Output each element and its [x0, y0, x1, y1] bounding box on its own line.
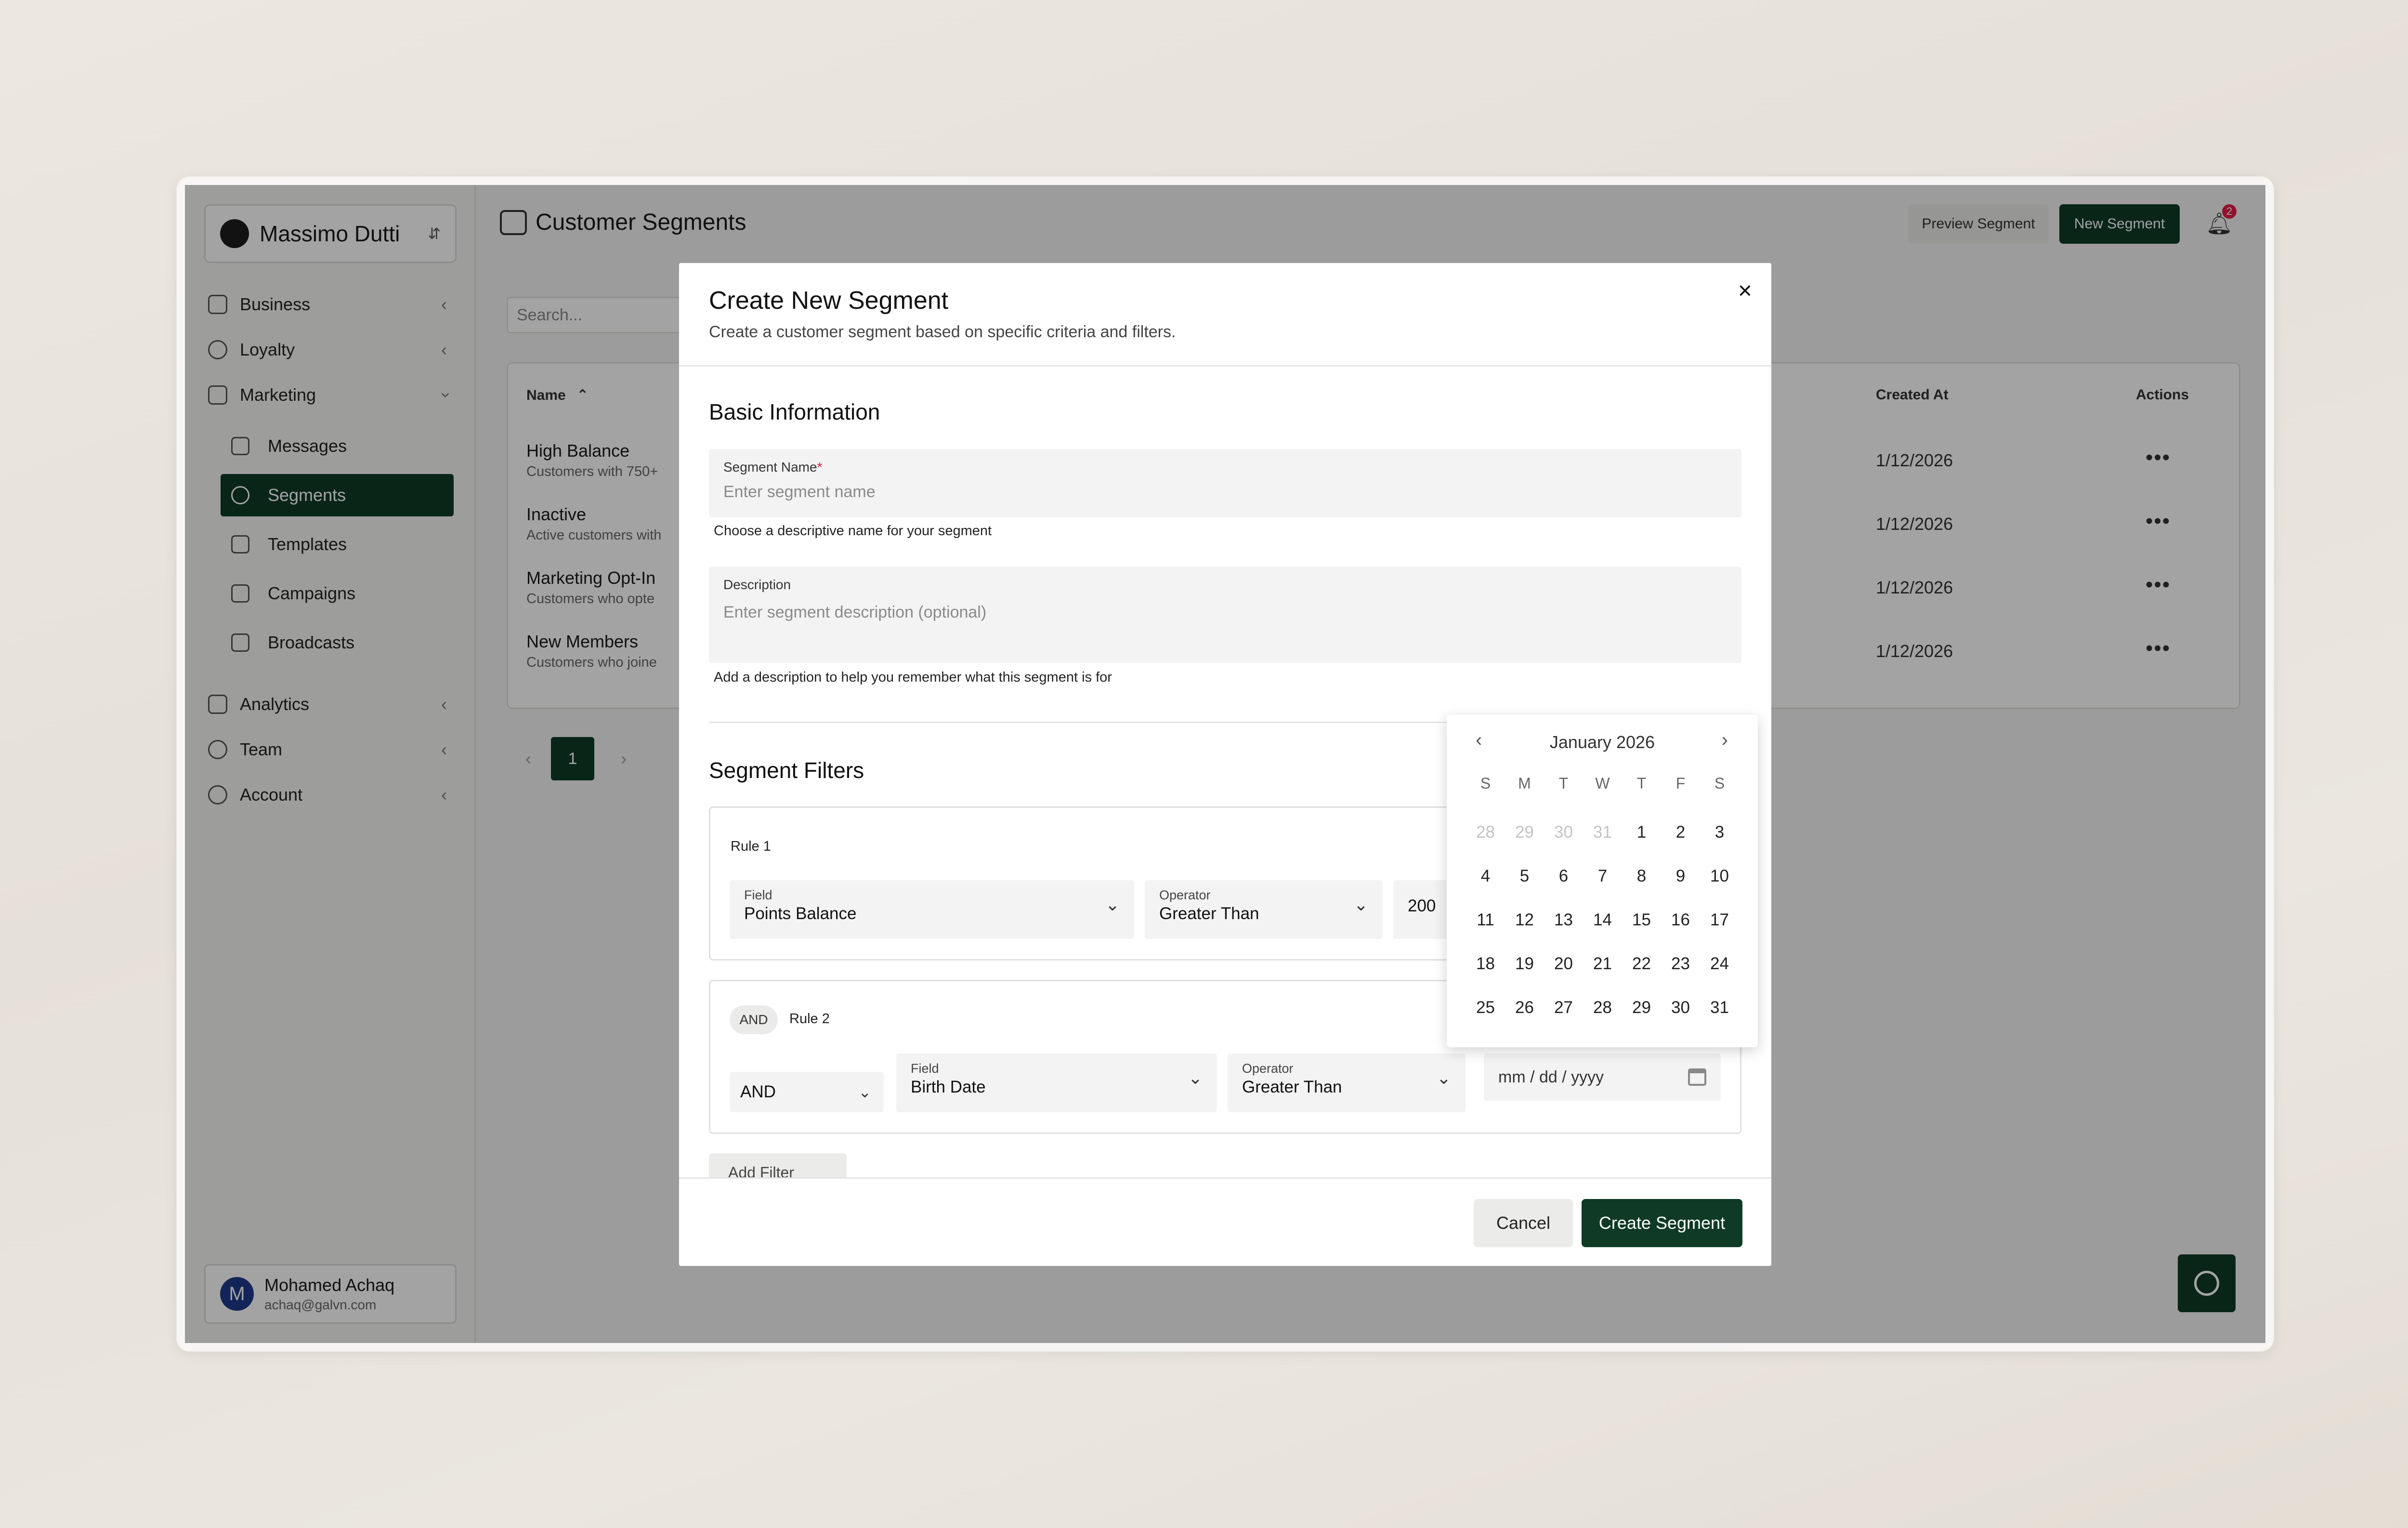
segment-name-helper: Choose a descriptive name for your segme… — [714, 523, 992, 539]
calendar-day[interactable]: 29 — [1505, 810, 1544, 854]
weekday-label: S — [1714, 775, 1725, 792]
create-segment-button[interactable]: Create Segment — [1582, 1199, 1742, 1247]
calendar-day[interactable]: 19 — [1505, 942, 1544, 986]
calendar-day[interactable]: 13 — [1544, 898, 1583, 942]
calendar-day[interactable]: 21 — [1583, 942, 1622, 986]
close-icon[interactable]: × — [1738, 277, 1752, 304]
calendar-day[interactable]: 1 — [1622, 810, 1661, 854]
chevron-down-icon: ⌄ — [1105, 895, 1120, 914]
rule-connector-chip: AND — [730, 1005, 778, 1034]
calendar-day[interactable]: 2 — [1661, 810, 1700, 854]
calendar-day[interactable]: 10 — [1700, 854, 1739, 898]
select-value: Points Balance — [744, 904, 857, 923]
calendar-day[interactable]: 7 — [1583, 854, 1622, 898]
calendar-day[interactable]: 28 — [1583, 986, 1622, 1029]
cancel-button[interactable]: Cancel — [1474, 1199, 1573, 1247]
rule-2-label: Rule 2 — [789, 1011, 830, 1027]
calendar-day[interactable]: 30 — [1661, 986, 1700, 1029]
description-field[interactable]: Description Enter segment description (o… — [709, 566, 1741, 663]
segment-name-label: Segment Name* — [723, 460, 822, 475]
date-placeholder: mm / dd / yyyy — [1498, 1067, 1604, 1086]
select-value: Birth Date — [911, 1078, 986, 1096]
calendar-day[interactable]: 24 — [1700, 942, 1739, 986]
select-label: Operator — [1159, 888, 1211, 902]
calendar-day[interactable]: 26 — [1505, 986, 1544, 1029]
calendar-day[interactable]: 27 — [1544, 986, 1583, 1029]
calendar-month-label: January 2026 — [1549, 732, 1655, 752]
calendar-day[interactable]: 12 — [1505, 898, 1544, 942]
calendar-day[interactable]: 31 — [1583, 810, 1622, 854]
basic-info-title: Basic Information — [709, 399, 880, 424]
rule-1-field-select[interactable]: Field Points Balance ⌄ — [730, 880, 1134, 939]
input-value: 200 — [1408, 896, 1436, 915]
description-input[interactable]: Enter segment description (optional) — [723, 603, 986, 622]
calendar-day[interactable]: 18 — [1466, 942, 1505, 986]
weekday-label: T — [1636, 775, 1647, 792]
rule-1-operator-select[interactable]: Operator Greater Than ⌄ — [1145, 880, 1383, 939]
calendar-day[interactable]: 31 — [1700, 986, 1739, 1029]
calendar-day[interactable]: 25 — [1466, 986, 1505, 1029]
calendar-day[interactable]: 3 — [1700, 810, 1739, 854]
calendar-day-grid: 28 29 30 31 1 2 3 4 5 6 7 8 9 10 11 12 13 14 15 16 17 18 19 20 2… — [1466, 810, 1739, 1029]
calendar-day[interactable]: 5 — [1505, 854, 1544, 898]
select-label: Operator — [1242, 1061, 1294, 1076]
next-month-button[interactable]: › — [1722, 729, 1728, 751]
weekday-label: S — [1480, 775, 1491, 792]
calendar-day[interactable]: 28 — [1466, 810, 1505, 854]
rule-2-date-input[interactable]: mm / dd / yyyy — [1484, 1054, 1721, 1101]
weekday-label: M — [1518, 775, 1531, 792]
select-label: Field — [911, 1061, 939, 1076]
required-mark: * — [817, 460, 823, 474]
segment-name-field[interactable]: Segment Name* Enter segment name — [709, 449, 1741, 517]
label-text: Segment Name — [723, 460, 817, 474]
chevron-down-icon: ⌄ — [1353, 895, 1368, 914]
rule-2-operator-select[interactable]: Operator Greater Than ⌄ — [1228, 1054, 1466, 1112]
rule-2-connector-select[interactable]: AND ⌄ — [730, 1072, 884, 1112]
modal-footer: Cancel Create Segment — [679, 1177, 1771, 1266]
calendar-day[interactable]: 8 — [1622, 854, 1661, 898]
chevron-down-icon: ⌄ — [858, 1083, 871, 1101]
modal-subtitle: Create a customer segment based on speci… — [709, 323, 1176, 341]
segment-name-input[interactable]: Enter segment name — [723, 483, 876, 501]
calendar-day[interactable]: 17 — [1700, 898, 1739, 942]
calendar-day[interactable]: 9 — [1661, 854, 1700, 898]
calendar-day[interactable]: 11 — [1466, 898, 1505, 942]
calendar-day[interactable]: 23 — [1661, 942, 1700, 986]
select-value: AND — [740, 1082, 776, 1101]
modal-title: Create New Segment — [709, 287, 949, 315]
calendar-day[interactable]: 14 — [1583, 898, 1622, 942]
calendar-day[interactable]: 6 — [1544, 854, 1583, 898]
modal-divider — [679, 365, 1771, 367]
rule-2-field-select[interactable]: Field Birth Date ⌄ — [896, 1054, 1217, 1112]
date-picker-popup: ‹ January 2026 › SMTWTFS 28 29 30 31 1 2 3 4 5 6 7… — [1447, 715, 1758, 1047]
weekday-label: W — [1595, 775, 1610, 792]
calendar-day[interactable]: 20 — [1544, 942, 1583, 986]
segment-filters-title: Segment Filters — [709, 758, 864, 783]
select-value: Greater Than — [1242, 1078, 1342, 1096]
weekday-label: F — [1675, 775, 1686, 792]
calendar-day[interactable]: 4 — [1466, 854, 1505, 898]
calendar-icon[interactable] — [1688, 1068, 1706, 1086]
calendar-day[interactable]: 16 — [1661, 898, 1700, 942]
description-helper: Add a description to help you remember w… — [714, 670, 1112, 685]
chevron-down-icon: ⌄ — [1436, 1068, 1451, 1088]
weekday-label: T — [1558, 775, 1569, 792]
select-label: Field — [744, 888, 772, 902]
select-value: Greater Than — [1159, 904, 1259, 923]
calendar-day[interactable]: 30 — [1544, 810, 1583, 854]
description-label: Description — [723, 577, 791, 592]
calendar-day[interactable]: 29 — [1622, 986, 1661, 1029]
calendar-day[interactable]: 22 — [1622, 942, 1661, 986]
rule-1-label: Rule 1 — [731, 839, 771, 854]
chevron-down-icon: ⌄ — [1188, 1068, 1203, 1088]
calendar-day[interactable]: 15 — [1622, 898, 1661, 942]
